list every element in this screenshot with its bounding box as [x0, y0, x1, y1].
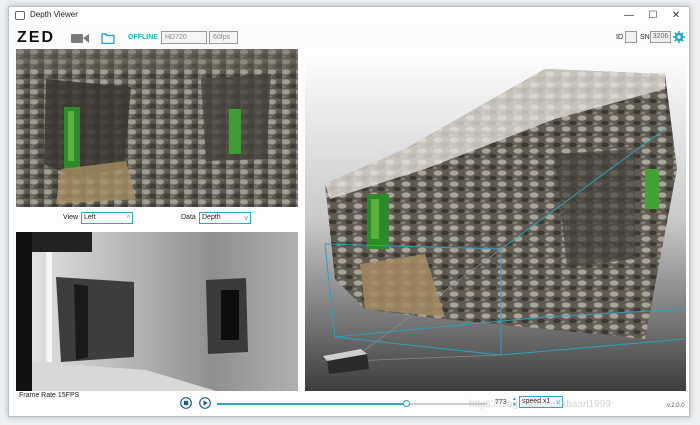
playback-handle[interactable] [403, 400, 410, 407]
toolbar: ZED OFFLINE HD720 60fps ID SN 3206 [9, 25, 689, 51]
point-cloud-view[interactable] [305, 49, 686, 391]
app-window: Depth Viewer — ☐ ✕ ZED OFFLINE HD720 60f… [8, 6, 690, 417]
title-bar: Depth Viewer — ☐ ✕ [9, 7, 689, 25]
video-camera-icon[interactable] [71, 33, 89, 44]
id-field[interactable] [625, 31, 637, 43]
chevron-down-icon: v [244, 215, 249, 222]
app-icon [15, 11, 25, 20]
data-label: Data [181, 214, 196, 221]
version-label: v.2.0.0 [667, 403, 685, 409]
zed-logo: ZED [17, 29, 55, 46]
minimize-button[interactable]: — [618, 8, 640, 24]
serial-number-field[interactable]: 3206 [650, 31, 671, 43]
folder-icon[interactable] [101, 32, 115, 44]
playback-slider[interactable] [217, 400, 487, 407]
view-label: View [63, 214, 79, 221]
fps-field[interactable]: 60fps [209, 31, 238, 44]
left-camera-image [16, 49, 298, 207]
depth-image [16, 232, 298, 391]
view-dropdown-value: Left [84, 214, 96, 221]
gear-icon[interactable] [673, 31, 685, 43]
resolution-field[interactable]: HD720 [161, 31, 207, 44]
watermark: https://blog.csdn.net/xbaan1999 [469, 399, 611, 410]
window-title: Depth Viewer [30, 10, 78, 19]
maximize-button[interactable]: ☐ [642, 8, 664, 24]
stop-button[interactable] [180, 397, 192, 409]
id-label: ID [616, 34, 623, 41]
chevron-up-icon: ^ [126, 215, 130, 222]
frame-rate-status: Frame Rate 15FPS [19, 392, 80, 399]
play-button[interactable] [199, 397, 211, 409]
data-dropdown-value: Depth [202, 214, 221, 221]
view-dropdown[interactable]: Left ^ [81, 212, 133, 224]
connection-status: OFFLINE [128, 34, 158, 41]
data-dropdown[interactable]: Depth v [199, 212, 251, 224]
playback-progress [217, 403, 406, 405]
close-button[interactable]: ✕ [665, 8, 687, 24]
sn-label: SN [640, 34, 650, 41]
